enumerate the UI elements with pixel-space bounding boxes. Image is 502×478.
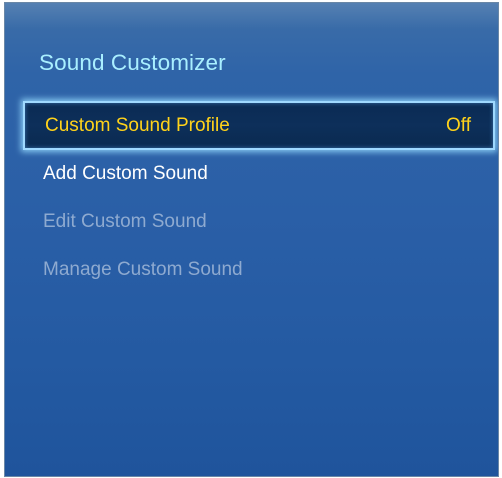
menu-item-label: Add Custom Sound	[43, 163, 208, 184]
panel-title: Sound Customizer	[39, 50, 226, 75]
menu-item-manage-custom-sound: Manage Custom Sound	[23, 246, 495, 294]
menu-list: Custom Sound Profile Off Add Custom Soun…	[23, 101, 495, 294]
menu-item-label: Edit Custom Sound	[43, 211, 207, 232]
menu-item-label: Manage Custom Sound	[43, 259, 243, 280]
menu-item-label: Custom Sound Profile	[45, 114, 230, 136]
menu-item-add-custom-sound[interactable]: Add Custom Sound	[23, 150, 495, 198]
menu-item-value: Off	[446, 114, 471, 136]
menu-item-custom-sound-profile[interactable]: Custom Sound Profile Off	[23, 101, 495, 150]
menu-item-edit-custom-sound: Edit Custom Sound	[23, 198, 495, 246]
sound-customizer-panel: Sound Customizer Custom Sound Profile Of…	[4, 2, 499, 477]
